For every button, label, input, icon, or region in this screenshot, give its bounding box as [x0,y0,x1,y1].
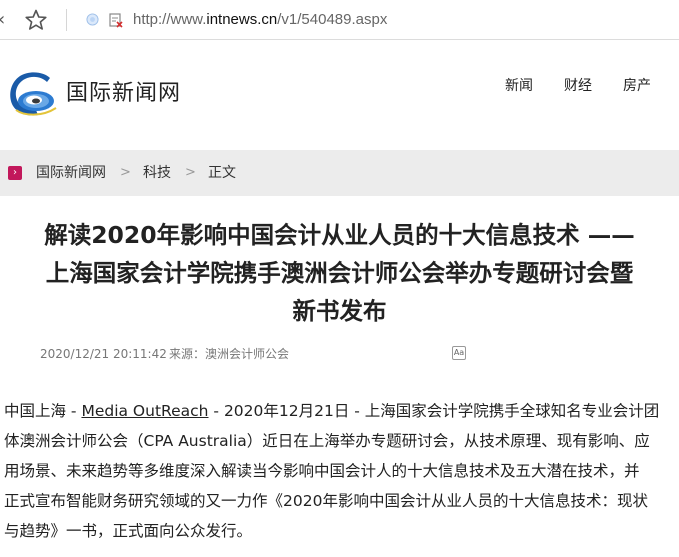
back-arrow-icon[interactable]: ‹ [0,10,8,30]
nav-item-realestate[interactable]: 房产 [623,77,651,95]
browser-address-bar: ‹ http://www.intnews.cn/v1/540489.aspx [0,0,679,40]
body-text: 中国上海 - [4,402,82,420]
not-secure-icon[interactable] [108,12,124,28]
url-field[interactable]: http://www.intnews.cn/v1/540489.aspx [133,11,387,29]
article-title: 解读2020年影响中国会计从业人员的十大信息技术 —— 上海国家会计学院携手澳洲… [0,216,679,330]
body-line: 体澳洲会计师公会（CPA Australia）近日在上海举办专题研讨会，从技术原… [4,432,650,450]
nav-item-news[interactable]: 新闻 [505,77,533,95]
breadcrumb-item-home[interactable]: 国际新闻网 [36,164,106,182]
body-line: 与趋势》一书，正式面向公众发行。 [4,522,253,540]
url-prefix: http://www. [133,11,207,28]
bookmark-star-icon[interactable] [24,8,48,32]
article-title-line: 新书发布 [292,297,387,325]
breadcrumb-chevron-icon: › [8,166,22,180]
globe-icon [86,13,99,26]
breadcrumb-item-tech[interactable]: 科技 [143,164,171,182]
site-name[interactable]: 国际新闻网 [66,80,181,108]
article-title-line: 解读2020年影响中国会计从业人员的十大信息技术 —— [44,221,635,249]
breadcrumb-item-current: 正文 [208,165,236,181]
body-line: 用场景、未来趋势等多维度深入解读当今影响中国会计人的十大信息技术及五大潜在技术，… [4,462,640,480]
article-title-line: 上海国家会计学院携手澳洲会计师公会举办专题研讨会暨 [45,259,634,287]
body-line: 中国上海 - Media OutReach - 2020年12月21日 - 上海… [4,396,674,426]
url-path: /v1/540489.aspx [277,11,388,28]
site-logo-icon[interactable] [6,70,62,118]
media-outreach-link[interactable]: Media OutReach [81,402,208,420]
body-line: 正式宣布智能财务研究领域的又一力作《2020年影响中国会计从业人员的十大信息技术… [4,492,648,510]
toolbar-divider [66,9,67,31]
body-text: - 2020年12月21日 - 上海国家会计学院携手全球知名专业会计团 [208,402,660,420]
breadcrumb-separator: > [185,165,196,180]
article-source[interactable]: 澳洲会计师公会 [205,346,289,362]
url-domain: intnews.cn [206,11,278,28]
article-paragraph: 中国上海 - Media OutReach - 2020年12月21日 - 上海… [4,396,674,546]
nav-item-finance[interactable]: 财经 [564,77,592,95]
breadcrumb-separator: > [120,165,131,180]
font-size-icon[interactable]: Aa [452,346,466,360]
article-date: 2020/12/21 20:11:42 [40,347,167,361]
article-body: 中国上海 - Media OutReach - 2020年12月21日 - 上海… [4,396,674,546]
article-source-label: 来源： [169,347,206,361]
